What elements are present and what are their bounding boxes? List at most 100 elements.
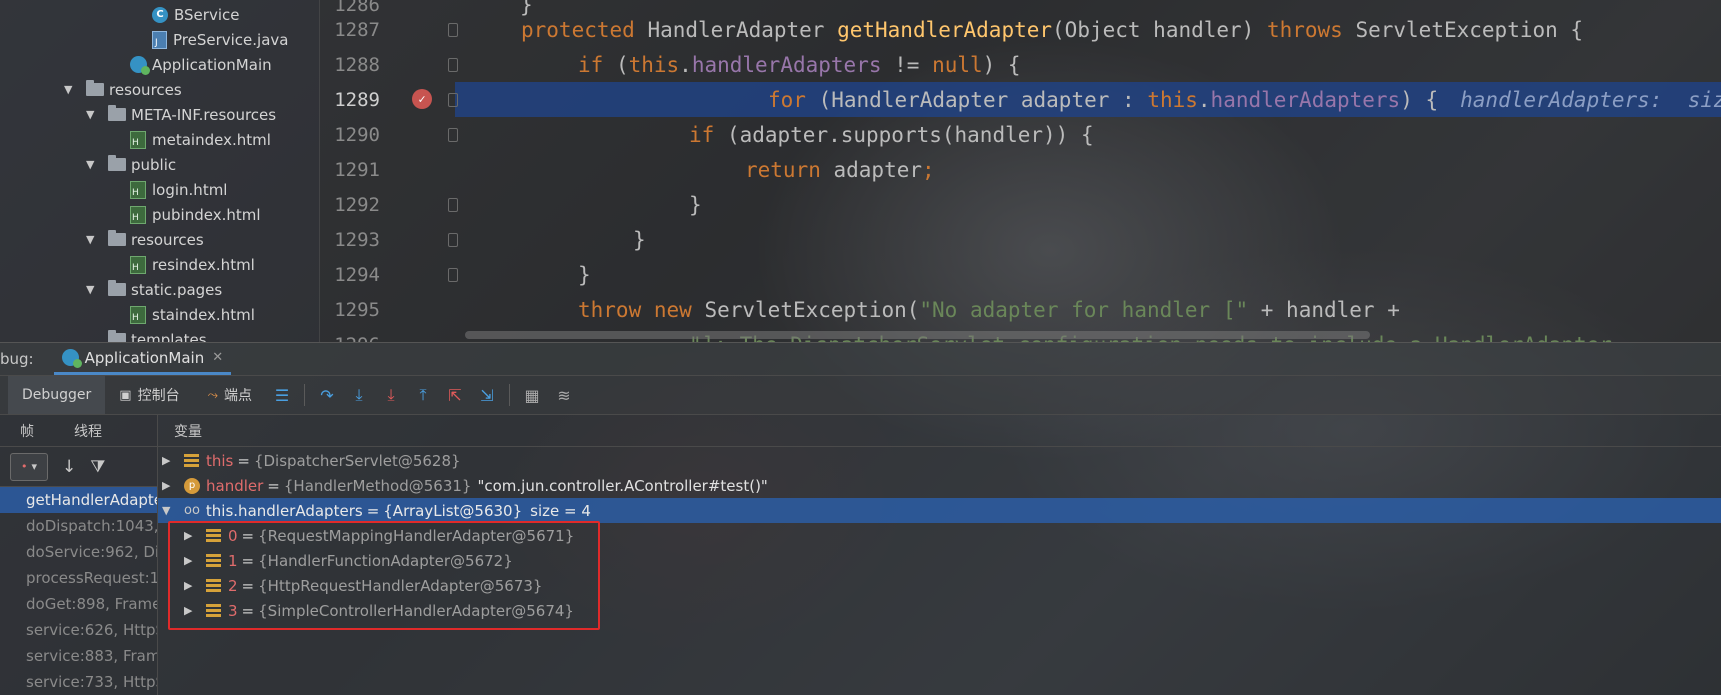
tree-item-templates[interactable]: templates xyxy=(108,327,207,342)
frame-item[interactable]: doGet:898, Frame xyxy=(0,591,157,617)
tree-item-meta-inf-resources[interactable]: ▼ META-INF.resources xyxy=(86,102,276,127)
evaluate-expression-icon[interactable]: ▦ xyxy=(518,381,546,409)
frame-item[interactable]: processRequest:10 xyxy=(0,565,157,591)
frame-item[interactable]: service:626, HttpS xyxy=(0,617,157,643)
arrow-down-icon[interactable]: ↓ xyxy=(62,457,76,477)
horizontal-scrollbar[interactable] xyxy=(465,331,1370,339)
drop-frame-icon[interactable]: ⇱ xyxy=(441,381,469,409)
force-step-into-icon[interactable]: ⤓ xyxy=(377,381,405,409)
tab-threads[interactable]: 线程 xyxy=(54,421,122,441)
expand-arrow-icon[interactable]: ▶ xyxy=(162,479,176,492)
toolbar-divider xyxy=(509,384,510,406)
debug-label: bug: xyxy=(0,350,34,368)
html-file-icon: H xyxy=(130,255,146,274)
frame-item[interactable]: service:883, Frame xyxy=(0,643,157,669)
tree-item-label: public xyxy=(131,155,177,174)
tree-item-metaindex-html[interactable]: H metaindex.html xyxy=(130,127,271,152)
variable-size: size = 4 xyxy=(530,501,591,520)
frame-item[interactable]: doDispatch:1043, Di xyxy=(0,513,157,539)
trace-stream-icon[interactable]: ≋ xyxy=(550,381,578,409)
tree-item-label: static.pages xyxy=(131,280,223,299)
run-tab-applicationmain[interactable]: ApplicationMain ✕ xyxy=(53,343,232,375)
tree-item-label: staindex.html xyxy=(152,305,255,324)
expand-arrow-icon[interactable]: ▼ xyxy=(86,158,100,171)
code-text: for (HandlerAdapter adapter : this.handl… xyxy=(768,88,1721,112)
code-editor[interactable]: 1286 } 1287 protected HandlerAdapter get… xyxy=(320,0,1721,342)
run-tab-label: ApplicationMain xyxy=(84,348,205,367)
inline-debug-hint: handlerAdapters: size = 4 xyxy=(1460,87,1721,112)
tab-debugger[interactable]: Debugger xyxy=(8,376,106,414)
frames-header: 帧 线程 xyxy=(0,415,157,447)
tree-item-bservice[interactable]: C BService xyxy=(152,2,239,27)
tab-frames[interactable]: 帧 xyxy=(0,421,54,441)
line-number: 1293 xyxy=(334,228,380,251)
collapse-arrow-icon[interactable]: ▼ xyxy=(162,504,176,517)
expand-arrow-icon[interactable]: ▼ xyxy=(86,233,100,246)
step-into-icon[interactable]: ⤓ xyxy=(345,381,373,409)
expand-arrow-icon[interactable]: ▼ xyxy=(86,108,100,121)
step-over-icon[interactable]: ↷ xyxy=(313,381,341,409)
variable-row-handleradapters[interactable]: ▼ oo this.handlerAdapters = {ArrayList@5… xyxy=(158,498,1721,523)
filter-icon[interactable]: ⧩ xyxy=(90,457,105,477)
tree-item-pubindex-html[interactable]: H pubindex.html xyxy=(130,202,261,227)
expand-arrow-icon[interactable]: ▼ xyxy=(86,283,100,296)
folder-icon xyxy=(86,80,104,96)
code-text: } xyxy=(633,227,646,252)
fold-marker-icon[interactable] xyxy=(448,198,458,212)
variable-row-this[interactable]: ▶ this = {DispatcherServlet@5628} xyxy=(158,448,1721,473)
expand-arrow-icon[interactable]: ▼ xyxy=(64,83,78,96)
frame-item[interactable]: service:733, HttpS xyxy=(0,669,157,695)
tree-item-resindex-html[interactable]: H resindex.html xyxy=(130,252,255,277)
variables-header: 变量 xyxy=(158,415,1721,447)
frame-item[interactable]: getHandlerAdapter xyxy=(0,487,157,513)
tab-label: 控制台 xyxy=(137,388,180,404)
close-icon[interactable]: ✕ xyxy=(212,350,223,365)
tree-item-label: templates xyxy=(131,330,207,343)
tree-item-public[interactable]: ▼ public xyxy=(86,152,176,177)
fold-marker-icon[interactable] xyxy=(448,128,458,142)
equals-sign: = xyxy=(237,451,250,470)
fold-marker-icon[interactable] xyxy=(448,268,458,282)
parameter-icon: p xyxy=(184,477,200,494)
folder-icon xyxy=(108,280,126,296)
thread-selector[interactable]: • ▾ xyxy=(10,452,48,481)
expand-arrow-icon[interactable]: ▶ xyxy=(162,454,176,467)
tree-item-applicationmain[interactable]: ApplicationMain xyxy=(130,52,272,77)
html-file-icon: H xyxy=(130,130,146,149)
line-number: 1291 xyxy=(334,158,380,181)
fold-marker-icon[interactable] xyxy=(448,233,458,247)
frame-item[interactable]: doService:962, Dis xyxy=(0,539,157,565)
tab-breakpoints[interactable]: ⤳ 端点 xyxy=(194,376,266,414)
code-line-1295: 1295 throw new ServletException("No adap… xyxy=(320,292,1721,327)
variable-string-value: "com.jun.controller.AController#test()" xyxy=(477,476,768,495)
breakpoint-icon[interactable]: ✓ xyxy=(412,89,432,109)
spring-app-icon xyxy=(130,56,150,75)
tree-item-static-pages[interactable]: ▼ static.pages xyxy=(86,277,222,302)
tab-console[interactable]: ▣ 控制台 xyxy=(105,376,193,414)
code-text: protected HandlerAdapter getHandlerAdapt… xyxy=(521,17,1584,42)
step-out-icon[interactable]: ⤒ xyxy=(409,381,437,409)
folder-icon xyxy=(108,105,126,121)
frames-panel: 帧 线程 • ▾ ↓ ⧩ getHandlerAdapter doDispatch… xyxy=(0,415,158,695)
line-number: 1288 xyxy=(334,53,380,76)
tree-item-resources-sub[interactable]: ▼ resources xyxy=(86,227,204,252)
tab-label: 端点 xyxy=(224,388,252,404)
tree-item-staindex-html[interactable]: H staindex.html xyxy=(130,302,255,327)
tree-item-label: resources xyxy=(131,230,204,249)
watch-icon: oo xyxy=(184,503,200,518)
variable-row-handler[interactable]: ▶ p handler = {HandlerMethod@5631} "com.… xyxy=(158,473,1721,498)
layout-menu-icon[interactable]: ☰ xyxy=(268,381,296,409)
html-file-icon: H xyxy=(130,205,146,224)
tree-item-resources[interactable]: ▼ resources xyxy=(64,77,182,102)
project-tree: C BService J PreService.java Application… xyxy=(0,0,320,342)
tree-item-login-html[interactable]: H login.html xyxy=(130,177,227,202)
code-text: } xyxy=(578,262,591,287)
fold-marker-icon[interactable] xyxy=(448,23,458,37)
code-line-1289-current: for (HandlerAdapter adapter : this.handl… xyxy=(455,82,1721,117)
tree-item-preservice-java[interactable]: J PreService.java xyxy=(152,27,288,52)
run-to-cursor-icon[interactable]: ⇲ xyxy=(473,381,501,409)
code-text: throw new ServletException("No adapter f… xyxy=(578,297,1400,322)
breakpoints-icon: ⤳ xyxy=(207,387,218,403)
fold-marker-icon[interactable] xyxy=(448,93,458,107)
fold-marker-icon[interactable] xyxy=(448,58,458,72)
